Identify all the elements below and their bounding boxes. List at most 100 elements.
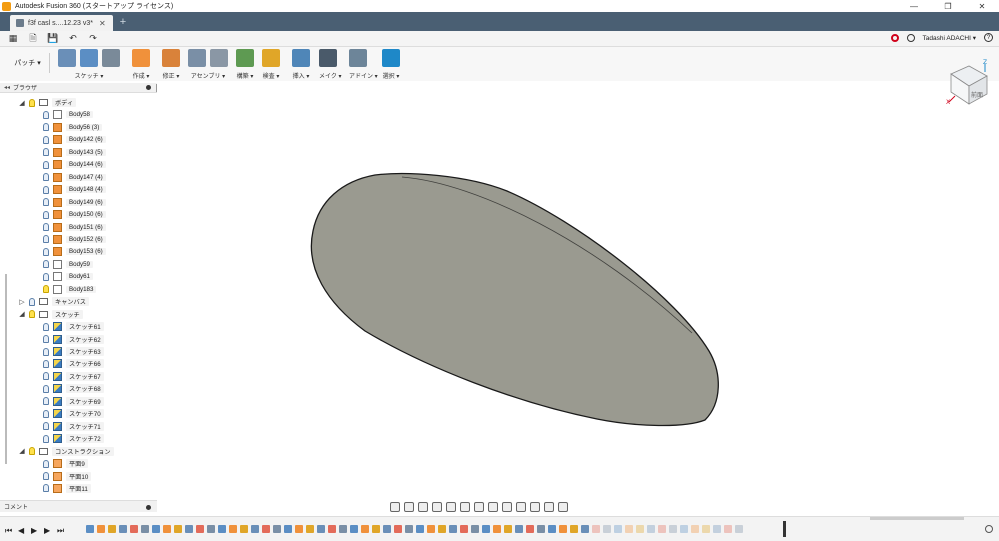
visibility-bulb-icon[interactable] <box>43 260 49 269</box>
save-icon[interactable]: 💾 <box>46 33 60 45</box>
browser-scrollbar[interactable] <box>5 274 7 464</box>
visibility-bulb-icon[interactable] <box>43 409 49 418</box>
browser-item-label[interactable]: スケッチ70 <box>66 409 104 419</box>
browser-item-row[interactable]: Body143 (5) <box>40 147 106 158</box>
timeline-play-button[interactable]: ▶ <box>31 526 37 535</box>
browser-item-row[interactable]: Body153 (6) <box>40 246 106 257</box>
toolbar-group-label[interactable]: スケッチ ▾ <box>58 71 120 80</box>
toolbar-group-label[interactable]: 作成 ▾ <box>132 71 150 80</box>
comments-panel-header[interactable]: コメント <box>0 500 157 512</box>
browser-item-row[interactable]: Body149 (6) <box>40 197 106 208</box>
browser-item-label[interactable]: 平面10 <box>66 471 92 481</box>
toolbar-tool-icon[interactable] <box>210 49 228 67</box>
display-settings-icon[interactable] <box>460 501 470 512</box>
toolbar-group-label[interactable]: 検査 ▾ <box>262 71 280 80</box>
toolbar-tool-icon[interactable] <box>349 49 367 67</box>
visibility-bulb-icon[interactable] <box>43 110 49 119</box>
timeline-feature-icon[interactable] <box>218 525 226 533</box>
browser-item-label[interactable]: Body148 (4) <box>66 186 106 194</box>
browser-item-row[interactable]: Body59 <box>40 259 93 270</box>
expand-toggle-icon[interactable]: ◢ <box>18 99 26 107</box>
toolbar-group-label[interactable]: 挿入 ▾ <box>292 71 310 80</box>
timeline-next-button[interactable]: ▶ <box>44 526 50 535</box>
timeline-feature-icon[interactable] <box>141 525 149 533</box>
visibility-bulb-icon[interactable] <box>43 235 49 244</box>
browser-item-label[interactable]: キャンバス <box>52 297 89 307</box>
timeline-feature-icon[interactable] <box>207 525 215 533</box>
timeline-feature-icon[interactable] <box>504 525 512 533</box>
timeline-feature-icon[interactable] <box>526 525 534 533</box>
toolbar-group-label[interactable]: 構築 ▾ <box>236 71 254 80</box>
timeline-feature-icon[interactable] <box>537 525 545 533</box>
toolbar-group-5[interactable]: 検査 ▾ <box>262 49 280 80</box>
browser-item-row[interactable]: スケッチ72 <box>40 433 104 444</box>
browser-item-label[interactable]: Body144 (6) <box>66 161 106 169</box>
browser-item-row[interactable]: Body148 (4) <box>40 184 106 195</box>
timeline-feature-icon[interactable] <box>240 525 248 533</box>
browser-item-label[interactable]: Body58 <box>66 111 93 119</box>
collapse-browser-icon[interactable]: ◂◂ <box>4 84 10 91</box>
browser-item-row[interactable]: スケッチ67 <box>40 371 104 382</box>
timeline-feature-icon[interactable] <box>603 525 611 533</box>
zoom-icon[interactable] <box>432 501 442 512</box>
visibility-bulb-icon[interactable] <box>29 310 35 319</box>
toolbar-tool-icon[interactable] <box>319 49 337 67</box>
timeline-position-marker[interactable] <box>783 521 786 537</box>
browser-item-label[interactable]: ボディ <box>52 98 77 107</box>
expand-toggle-icon[interactable]: ▷ <box>18 298 26 306</box>
timeline-feature-icon[interactable] <box>328 525 336 533</box>
browser-item-label[interactable]: Body151 (6) <box>66 223 106 231</box>
timeline-feature-icon[interactable] <box>185 525 193 533</box>
browser-item-label[interactable]: スケッチ <box>52 309 83 319</box>
browser-item-row[interactable]: Body183 <box>40 284 97 295</box>
toolbar-group-label[interactable]: メイク ▾ <box>319 71 342 80</box>
toolbar-group-3[interactable]: アセンブリ ▾ <box>188 49 228 80</box>
browser-pin-icon[interactable] <box>146 85 151 90</box>
toolbar-tool-icon[interactable] <box>188 49 206 67</box>
visibility-bulb-icon[interactable] <box>43 272 49 281</box>
timeline-feature-icon[interactable] <box>548 525 556 533</box>
browser-item-row[interactable]: Body61 <box>40 271 93 282</box>
browser-folder-row[interactable]: ◢ コンストラクション <box>18 446 114 457</box>
timeline-feature-icon[interactable] <box>702 525 710 533</box>
timeline-feature-icon[interactable] <box>174 525 182 533</box>
timeline-feature-icon[interactable] <box>372 525 380 533</box>
browser-folder-row[interactable]: ◢ スケッチ <box>18 309 83 320</box>
toolbar-group-7[interactable]: メイク ▾ <box>319 49 342 80</box>
expand-toggle-icon[interactable]: ◢ <box>18 310 26 318</box>
document-tab[interactable]: f3f casl s....12.23 v3* ✕ <box>10 15 113 31</box>
toolbar-tool-icon[interactable] <box>262 49 280 67</box>
timeline-feature-icon[interactable] <box>97 525 105 533</box>
toolbar-group-0[interactable]: スケッチ ▾ <box>58 49 120 80</box>
visibility-bulb-icon[interactable] <box>43 422 49 431</box>
render-mode-icon-3[interactable] <box>530 501 540 512</box>
browser-item-label[interactable]: コンストラクション <box>52 446 114 456</box>
timeline-feature-icon[interactable] <box>669 525 677 533</box>
timeline-last-button[interactable]: ⏭ <box>57 526 64 536</box>
browser-item-label[interactable]: Body147 (4) <box>66 173 106 181</box>
browser-item-label[interactable]: Body152 (6) <box>66 235 106 243</box>
browser-item-label[interactable]: Body56 (3) <box>66 123 103 131</box>
browser-folder-row[interactable]: ◢ ボディ <box>18 97 77 108</box>
close-window-button[interactable]: ✕ <box>965 0 999 12</box>
timeline-feature-icon[interactable] <box>361 525 369 533</box>
workspace-switcher[interactable]: パッチ ▾ <box>6 53 50 73</box>
browser-item-row[interactable]: スケッチ69 <box>40 396 104 407</box>
timeline-feature-icon[interactable] <box>251 525 259 533</box>
browser-item-label[interactable]: スケッチ63 <box>66 347 104 356</box>
browser-item-label[interactable]: スケッチ72 <box>66 434 104 444</box>
visibility-bulb-icon[interactable] <box>43 210 49 219</box>
timeline-feature-icon[interactable] <box>438 525 446 533</box>
timeline-feature-icon[interactable] <box>383 525 391 533</box>
timeline-feature-icon[interactable] <box>471 525 479 533</box>
timeline-feature-icon[interactable] <box>152 525 160 533</box>
browser-item-row[interactable]: スケッチ63 <box>40 346 104 357</box>
timeline-feature-icon[interactable] <box>614 525 622 533</box>
toolbar-tool-icon[interactable] <box>292 49 310 67</box>
toolbar-group-label[interactable]: 修正 ▾ <box>162 71 180 80</box>
visibility-bulb-icon[interactable] <box>43 472 49 480</box>
timeline-feature-icon[interactable] <box>735 525 743 533</box>
toolbar-group-4[interactable]: 構築 ▾ <box>236 49 254 80</box>
browser-item-label[interactable]: Body59 <box>66 260 93 268</box>
visibility-bulb-icon[interactable] <box>43 185 49 194</box>
